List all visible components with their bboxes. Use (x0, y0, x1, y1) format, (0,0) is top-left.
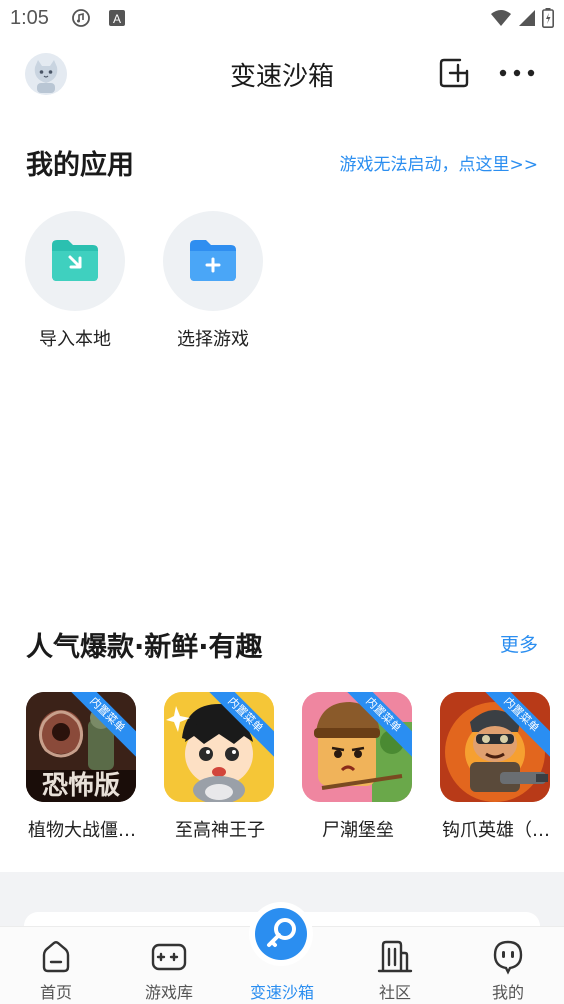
game-name: 至高神王子 (175, 820, 265, 841)
nav-item-game-library[interactable]: 游戏库 (113, 927, 225, 1004)
grapple-hero-art (440, 692, 550, 802)
my-apps-title: 我的应用 (26, 150, 134, 181)
game-icon-plants: 恐怖版 内置菜单 (26, 692, 136, 802)
wifi-icon (491, 10, 511, 26)
sandbox-key-icon (267, 918, 296, 947)
sandbox-center-button[interactable] (251, 904, 311, 964)
game-card[interactable]: 内置菜单 至高神王子 (159, 692, 281, 842)
community-building-icon (377, 940, 413, 973)
add-window-icon[interactable] (438, 57, 470, 89)
nav-label: 游戏库 (144, 983, 193, 1002)
home-icon (42, 941, 70, 973)
game-icon-fortress: 内置菜单 (302, 692, 412, 802)
nav-label: 社区 (378, 983, 411, 1002)
folder-import-icon (52, 240, 98, 281)
game-name: 尸潮堡垒 (322, 820, 394, 841)
top-header: 变速沙箱 (0, 40, 564, 106)
nav-item-profile[interactable]: 我的 (452, 927, 564, 1004)
select-game-label: 选择游戏 (177, 329, 249, 350)
status-time: 1:05 (10, 7, 49, 29)
prince-art (164, 692, 274, 802)
svg-text:恐怖版: 恐怖版 (42, 770, 120, 801)
music-notification-icon (72, 9, 90, 27)
game-card[interactable]: 内置菜单 钩爪英雄（… (435, 692, 557, 842)
game-card[interactable]: 内置菜单 尸潮堡垒 (297, 692, 419, 842)
game-name: 钩爪英雄（… (442, 820, 550, 841)
game-icon-prince: 内置菜单 (164, 692, 274, 802)
page-title: 变速沙箱 (229, 62, 334, 92)
game-card[interactable]: 恐怖版 内置菜单 植物大战僵… (21, 692, 143, 842)
profile-face-icon (493, 940, 523, 975)
game-launch-help-link[interactable]: 游戏无法启动，点这里>> (340, 150, 539, 175)
nav-label-active: 变速沙箱 (249, 983, 314, 1002)
select-game-tile[interactable]: 选择游戏 (153, 211, 273, 361)
folder-add-icon (190, 240, 236, 281)
fortress-art (302, 692, 412, 802)
sandbox-center-circle (255, 908, 307, 960)
nav-item-community[interactable]: 社区 (339, 927, 451, 1004)
status-bar: 1:05 A (0, 0, 564, 36)
signal-icon (519, 10, 535, 26)
select-game-circle (163, 211, 263, 311)
import-local-tile[interactable]: 导入本地 (15, 211, 135, 361)
game-icon-grapple: 内置菜单 (440, 692, 550, 802)
nav-item-home[interactable]: 首页 (0, 927, 112, 1004)
more-games-link[interactable]: 更多 (500, 630, 538, 657)
gamepad-icon (151, 943, 187, 971)
battery-icon (542, 8, 554, 28)
nav-label: 首页 (39, 983, 72, 1002)
popular-title: 人气爆款·新鲜·有趣 (26, 632, 263, 663)
nav-label: 我的 (491, 983, 524, 1002)
more-dots-icon[interactable] (498, 60, 536, 86)
status-right-icons (490, 7, 554, 29)
a-notification-icon: A (109, 10, 125, 26)
plants-zombies-art: 恐怖版 (26, 692, 136, 802)
import-local-label: 导入本地 (39, 329, 111, 350)
svg-text:A: A (113, 12, 121, 26)
game-name: 植物大战僵… (28, 820, 136, 841)
import-local-circle (25, 211, 125, 311)
